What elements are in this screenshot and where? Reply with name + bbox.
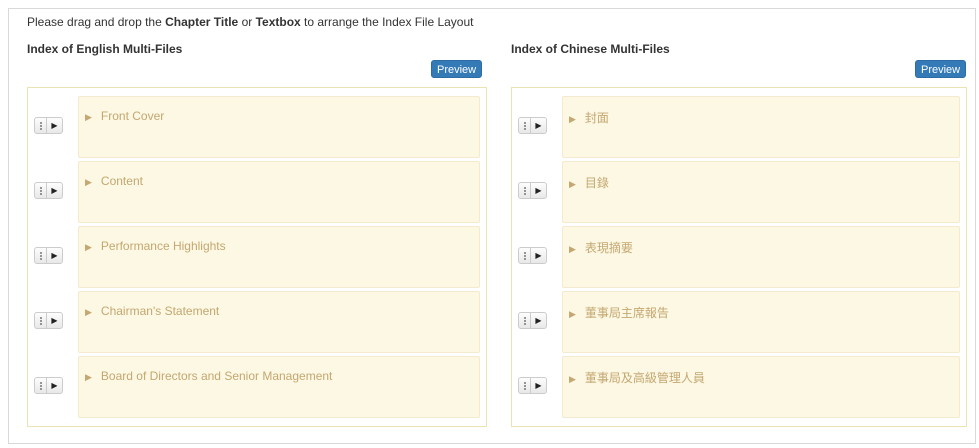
chapter-title[interactable]: ▶ 封面 — [569, 109, 609, 126]
english-drag-handle[interactable]: ▶ — [34, 247, 63, 264]
grip-icon[interactable] — [519, 313, 531, 328]
chinese-preview-button[interactable]: Preview — [915, 60, 967, 78]
play-icon[interactable]: ▶ — [47, 118, 62, 133]
chapter-title-text: 董事局及高級管理人員 — [584, 371, 705, 385]
english-chapter-card[interactable]: ▶ Front Cover — [78, 96, 480, 158]
expand-arrow-icon[interactable]: ▶ — [85, 112, 92, 122]
chinese-index-row: ▶ ▶ 董事局主席報告 — [512, 291, 966, 353]
english-drag-handle[interactable]: ▶ — [34, 182, 63, 199]
english-drag-handle[interactable]: ▶ — [34, 117, 63, 134]
chinese-index-row: ▶ ▶ 董事局及高級管理人員 — [512, 356, 966, 418]
play-icon[interactable]: ▶ — [47, 248, 62, 263]
expand-arrow-icon[interactable]: ▶ — [569, 244, 576, 254]
play-icon[interactable]: ▶ — [47, 313, 62, 328]
chinese-chapter-card[interactable]: ▶ 董事局及高級管理人員 — [562, 356, 960, 418]
expand-arrow-icon[interactable]: ▶ — [85, 372, 92, 382]
grip-icon[interactable] — [519, 118, 531, 133]
grip-icon[interactable] — [519, 378, 531, 393]
grip-icon[interactable] — [35, 313, 47, 328]
chinese-index-row: ▶ ▶ 表現摘要 — [512, 226, 966, 288]
english-index-row: ▶ ▶ Content — [28, 161, 486, 223]
play-icon[interactable]: ▶ — [531, 378, 546, 393]
chapter-title-text: Chairman's Statement — [100, 304, 220, 318]
chapter-title[interactable]: ▶ 目錄 — [569, 174, 609, 191]
english-index-panel: ▶ ▶ Front Cover ▶ ▶ Content ▶ ▶ Performance High… — [27, 87, 487, 427]
instruction-text: Please drag and drop the Chapter Title o… — [27, 15, 473, 29]
chapter-title[interactable]: ▶ Board of Directors and Senior Managemen… — [85, 369, 332, 383]
chinese-drag-handle[interactable]: ▶ — [518, 247, 547, 264]
chinese-chapter-card[interactable]: ▶ 封面 — [562, 96, 960, 158]
chapter-title-text: Front Cover — [100, 109, 165, 123]
chapter-title[interactable]: ▶ Performance Highlights — [85, 239, 226, 253]
grip-icon[interactable] — [519, 183, 531, 198]
chapter-title[interactable]: ▶ Chairman's Statement — [85, 304, 219, 318]
english-index-row: ▶ ▶ Performance Highlights — [28, 226, 486, 288]
chinese-drag-handle[interactable]: ▶ — [518, 117, 547, 134]
play-icon[interactable]: ▶ — [531, 248, 546, 263]
expand-arrow-icon[interactable]: ▶ — [85, 307, 92, 317]
chapter-title-text: 表現摘要 — [584, 241, 633, 255]
instruction-suffix: to arrange the Index File Layout — [300, 15, 474, 29]
expand-arrow-icon[interactable]: ▶ — [569, 114, 576, 124]
chinese-chapter-card[interactable]: ▶ 表現摘要 — [562, 226, 960, 288]
grip-icon[interactable] — [35, 118, 47, 133]
chapter-title[interactable]: ▶ 董事局主席報告 — [569, 304, 669, 321]
chinese-drag-handle[interactable]: ▶ — [518, 312, 547, 329]
play-icon[interactable]: ▶ — [531, 313, 546, 328]
english-chapter-card[interactable]: ▶ Performance Highlights — [78, 226, 480, 288]
instruction-term-chapter-title: Chapter Title — [165, 15, 239, 29]
expand-arrow-icon[interactable]: ▶ — [85, 242, 92, 252]
english-preview-button[interactable]: Preview — [431, 60, 483, 78]
english-chapter-card[interactable]: ▶ Board of Directors and Senior Managemen… — [78, 356, 480, 418]
grip-icon[interactable] — [519, 248, 531, 263]
chapter-title-text: Content — [100, 174, 143, 188]
play-icon[interactable]: ▶ — [47, 183, 62, 198]
chinese-index-panel: ▶ ▶ 封面 ▶ ▶ 目錄 ▶ ▶ 表現摘要 ▶ ▶ 董事局主席報告 ▶ ▶ 董事局及高級管理人員 — [511, 87, 967, 427]
chinese-index-row: ▶ ▶ 目錄 — [512, 161, 966, 223]
chinese-chapter-card[interactable]: ▶ 董事局主席報告 — [562, 291, 960, 353]
chinese-chapter-card[interactable]: ▶ 目錄 — [562, 161, 960, 223]
chinese-index-row: ▶ ▶ 封面 — [512, 96, 966, 158]
grip-icon[interactable] — [35, 248, 47, 263]
chapter-title-text: Board of Directors and Senior Management — [100, 369, 333, 383]
grip-icon[interactable] — [35, 378, 47, 393]
chapter-title-text: 目錄 — [584, 176, 609, 190]
chapter-title[interactable]: ▶ 表現摘要 — [569, 239, 633, 256]
chapter-title[interactable]: ▶ Front Cover — [85, 109, 164, 123]
chapter-title-text: 封面 — [584, 111, 609, 125]
english-chapter-card[interactable]: ▶ Chairman's Statement — [78, 291, 480, 353]
english-index-row: ▶ ▶ Front Cover — [28, 96, 486, 158]
english-drag-handle[interactable]: ▶ — [34, 312, 63, 329]
instruction-mid: or — [238, 15, 256, 29]
chinese-drag-handle[interactable]: ▶ — [518, 377, 547, 394]
play-icon[interactable]: ▶ — [47, 378, 62, 393]
english-index-title: Index of English Multi-Files — [27, 42, 183, 56]
english-chapter-card[interactable]: ▶ Content — [78, 161, 480, 223]
english-drag-handle[interactable]: ▶ — [34, 377, 63, 394]
expand-arrow-icon[interactable]: ▶ — [569, 374, 576, 384]
expand-arrow-icon[interactable]: ▶ — [569, 309, 576, 319]
instruction-prefix: Please drag and drop the — [27, 15, 166, 29]
english-index-row: ▶ ▶ Chairman's Statement — [28, 291, 486, 353]
chapter-title-text: Performance Highlights — [100, 239, 226, 253]
play-icon[interactable]: ▶ — [531, 183, 546, 198]
chapter-title[interactable]: ▶ Content — [85, 174, 143, 188]
english-index-row: ▶ ▶ Board of Directors and Senior Manageme… — [28, 356, 486, 418]
expand-arrow-icon[interactable]: ▶ — [569, 179, 576, 189]
chapter-title[interactable]: ▶ 董事局及高級管理人員 — [569, 369, 705, 386]
grip-icon[interactable] — [35, 183, 47, 198]
play-icon[interactable]: ▶ — [531, 118, 546, 133]
chapter-title-text: 董事局主席報告 — [584, 306, 669, 320]
chinese-drag-handle[interactable]: ▶ — [518, 182, 547, 199]
instruction-term-textbox: Textbox — [255, 15, 301, 29]
expand-arrow-icon[interactable]: ▶ — [85, 177, 92, 187]
chinese-index-title: Index of Chinese Multi-Files — [511, 42, 670, 56]
